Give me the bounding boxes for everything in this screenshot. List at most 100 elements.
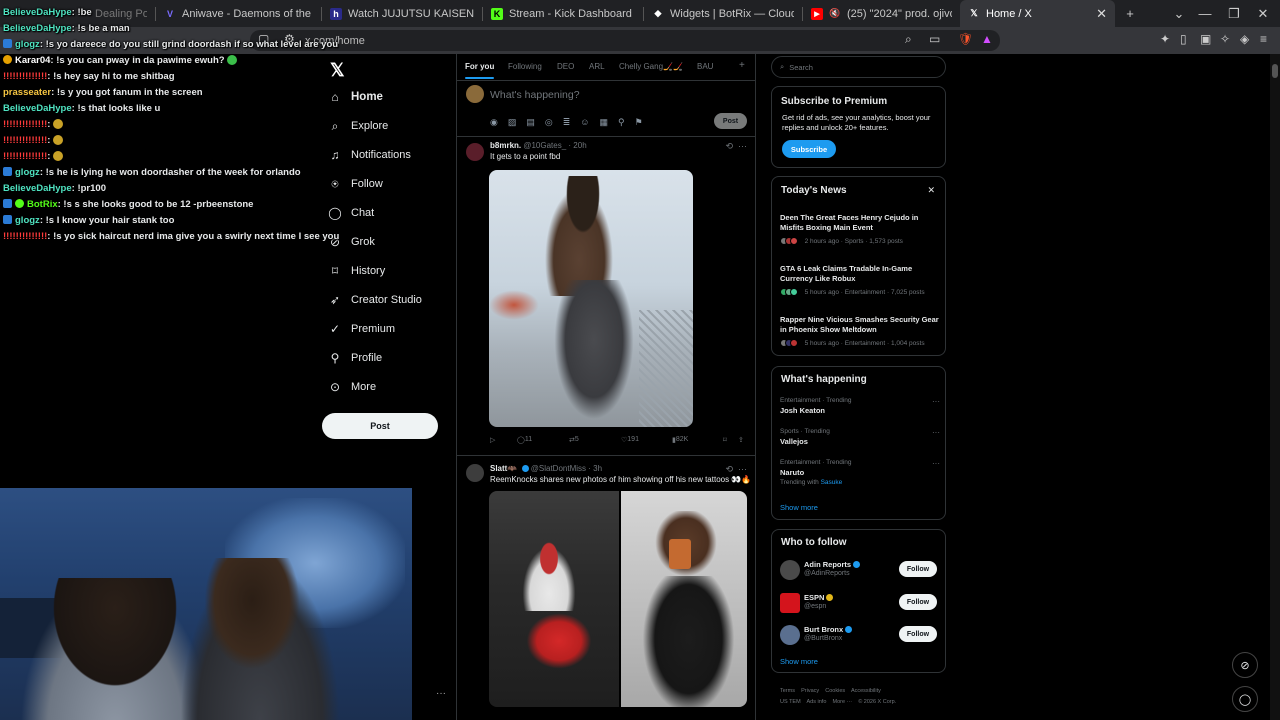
news-item[interactable]: Deen The Great Faces Henry Cejudo in Mis… (780, 213, 940, 245)
like-button[interactable]: ♡ 191 (621, 436, 639, 444)
browser-tab[interactable]: V Aniwave - Daemons of the Shadow (156, 0, 321, 27)
window-close-button[interactable]: ✕ (1248, 0, 1278, 27)
zoom-icon[interactable]: ⌕ (905, 32, 912, 47)
more-icon[interactable]: ··· (932, 397, 940, 406)
grok-fab-icon[interactable]: ⊘ (1232, 652, 1258, 678)
avatar[interactable] (466, 85, 484, 103)
follow-suggestion[interactable]: ESPN @espn Follow (780, 592, 940, 614)
close-icon[interactable]: ✕ (927, 185, 935, 196)
more-icon[interactable]: ··· (738, 464, 747, 474)
minimize-button[interactable]: — (1190, 0, 1220, 27)
sidebar-toggle-icon[interactable]: ▯ (1180, 32, 1187, 46)
show-more-link[interactable]: Show more (780, 657, 818, 666)
sidebar-item-notifications[interactable]: ♫ Notifications (328, 148, 411, 162)
scrollbar-thumb[interactable] (1272, 64, 1278, 78)
browser-tab[interactable]: h Watch JUJUTSU KAISEN Season 3: T (322, 0, 482, 27)
muted-speaker-icon[interactable]: 🔇 (829, 8, 841, 20)
brave-shield-icon[interactable]: 🛡 (958, 32, 973, 46)
search-input[interactable]: ⌕ Search (771, 56, 946, 78)
sidebar-item-chat[interactable]: ◯ Chat (328, 206, 374, 220)
follow-suggestion[interactable]: Burt Bronx @BurtBronx Follow (780, 624, 940, 646)
menu-icon[interactable]: ≡ (1260, 32, 1267, 46)
tweet-photo[interactable] (489, 491, 619, 707)
poll-icon[interactable]: ≣ (563, 117, 571, 128)
schedule-icon[interactable]: ▦ (600, 117, 609, 128)
sidebar-item-premium[interactable]: ✓ Premium (328, 322, 395, 336)
flag-icon[interactable]: ⚑ (635, 117, 643, 128)
sidebar-item-profile[interactable]: ⚲ Profile (328, 351, 383, 365)
tweet[interactable]: b8mrkn. @10Gates_ · 20h ⟲ ··· It gets to… (457, 138, 755, 456)
image-icon[interactable]: ▨ (508, 117, 517, 128)
browser-tab[interactable]: ◆ Widgets | BotRix — Cloud Streaming (644, 0, 802, 27)
compose-input[interactable]: What's happening? (490, 89, 580, 101)
footer-link[interactable]: Cookies (825, 688, 845, 694)
sidebar-item-explore[interactable]: ⌕ Explore (328, 119, 389, 133)
brave-rewards-icon[interactable]: ▲ (981, 32, 993, 46)
play-icon[interactable]: ▷ (490, 436, 495, 444)
more-icon[interactable]: ··· (436, 688, 446, 699)
sidebar-item-creator-studio[interactable]: ➶ Creator Studio (328, 293, 422, 307)
close-icon[interactable]: ✕ (1096, 6, 1107, 22)
more-icon[interactable]: ··· (738, 141, 747, 151)
reply-button[interactable]: ◯ 11 (517, 436, 532, 444)
follow-button[interactable]: Follow (899, 561, 937, 577)
show-more-link[interactable]: Show more (780, 503, 818, 512)
footer-link[interactable]: US TEM (780, 699, 801, 705)
tab-bau[interactable]: BAU (697, 62, 713, 71)
follow-button[interactable]: Follow (899, 626, 937, 642)
tab-for-you[interactable]: For you (465, 62, 495, 79)
tweet-video[interactable] (489, 170, 693, 427)
emoji-icon[interactable]: ☺ (580, 117, 589, 128)
follow-button[interactable]: Follow (899, 594, 937, 610)
subscribe-button[interactable]: Subscribe (782, 140, 836, 158)
footer-link[interactable]: Accessibility (851, 688, 881, 694)
location-icon[interactable]: ⚲ (618, 117, 625, 128)
tweet[interactable]: Slatt🦇 @SlatDontMiss · 3h ⟲ ··· ReemKnoc… (457, 457, 755, 720)
views-button[interactable]: ▮ 82K (672, 436, 688, 444)
tab-chelly-gang[interactable]: Chelly Gang🏒🏒 (619, 62, 683, 71)
browser-tab[interactable]: ▶ 🔇 (25) "2024" prod. ojivolta, earlo (803, 0, 960, 27)
avatar[interactable] (466, 143, 484, 161)
gif-icon[interactable]: ▤ (526, 117, 535, 128)
bookmark-icon[interactable]: ⌑ (723, 436, 727, 444)
trend-item[interactable]: Entertainment · Trending Josh Keaton ··· (780, 397, 940, 415)
tab-following[interactable]: Following (508, 62, 542, 71)
sidebar-item-home[interactable]: ⌂ Home (328, 90, 383, 104)
extensions-icon[interactable]: ✦ (1160, 32, 1170, 46)
new-tab-button[interactable]: + (1115, 0, 1145, 27)
footer-link[interactable]: Terms (780, 688, 795, 694)
tab-arl[interactable]: ARL (589, 62, 605, 71)
tab-deo[interactable]: DEO (557, 62, 574, 71)
sidebar-item-follow[interactable]: ⍟ Follow (328, 177, 382, 191)
repost-button[interactable]: ⇄ 5 (569, 436, 579, 444)
footer-link[interactable]: Ads info (807, 699, 827, 705)
install-app-icon[interactable]: ▭ (929, 32, 940, 46)
trend-context-link[interactable]: Sasuke (821, 479, 843, 486)
tweet-author[interactable]: Slatt🦇 @SlatDontMiss · 3h (490, 464, 602, 473)
messages-fab-icon[interactable]: ◯ (1232, 686, 1258, 712)
maximize-button[interactable]: ❐ (1219, 0, 1249, 27)
scrollbar[interactable] (1270, 54, 1280, 720)
browser-tab-active[interactable]: 𝕏 Home / X ✕ (960, 0, 1115, 27)
news-item[interactable]: GTA 6 Leak Claims Tradable In-Game Curre… (780, 264, 940, 296)
footer-link[interactable]: Privacy (801, 688, 819, 694)
news-item[interactable]: Rapper Nine Vicious Smashes Security Gea… (780, 315, 940, 347)
trend-item[interactable]: Sports · Trending Vallejos ··· (780, 428, 940, 446)
add-tab-icon[interactable]: + (739, 60, 745, 71)
wallet-icon[interactable]: ▣ (1200, 32, 1211, 46)
leo-ai-icon[interactable]: ✧ (1220, 32, 1230, 46)
grok-icon[interactable]: ⟲ (725, 141, 733, 151)
tweet-photo[interactable] (621, 491, 747, 707)
avatar[interactable] (466, 464, 484, 482)
trend-item[interactable]: Entertainment · Trending Naruto Trending… (780, 459, 940, 486)
browser-tab[interactable]: K Stream - Kick Dashboard (483, 0, 643, 27)
sidebar-item-more[interactable]: ⊙ More (328, 380, 376, 394)
vpn-icon[interactable]: ◈ (1240, 32, 1249, 46)
sidebar-item-history[interactable]: ⌑ History (328, 264, 385, 278)
grok-icon[interactable]: ◉ (490, 117, 498, 128)
x-logo[interactable]: 𝕏 (330, 60, 345, 81)
more-icon[interactable]: ··· (932, 428, 940, 437)
follow-suggestion[interactable]: Adin Reports @AdinReports Follow (780, 559, 940, 581)
tweet-author[interactable]: b8mrkn. @10Gates_ · 20h (490, 141, 587, 150)
grok-image-icon[interactable]: ◎ (545, 117, 553, 128)
